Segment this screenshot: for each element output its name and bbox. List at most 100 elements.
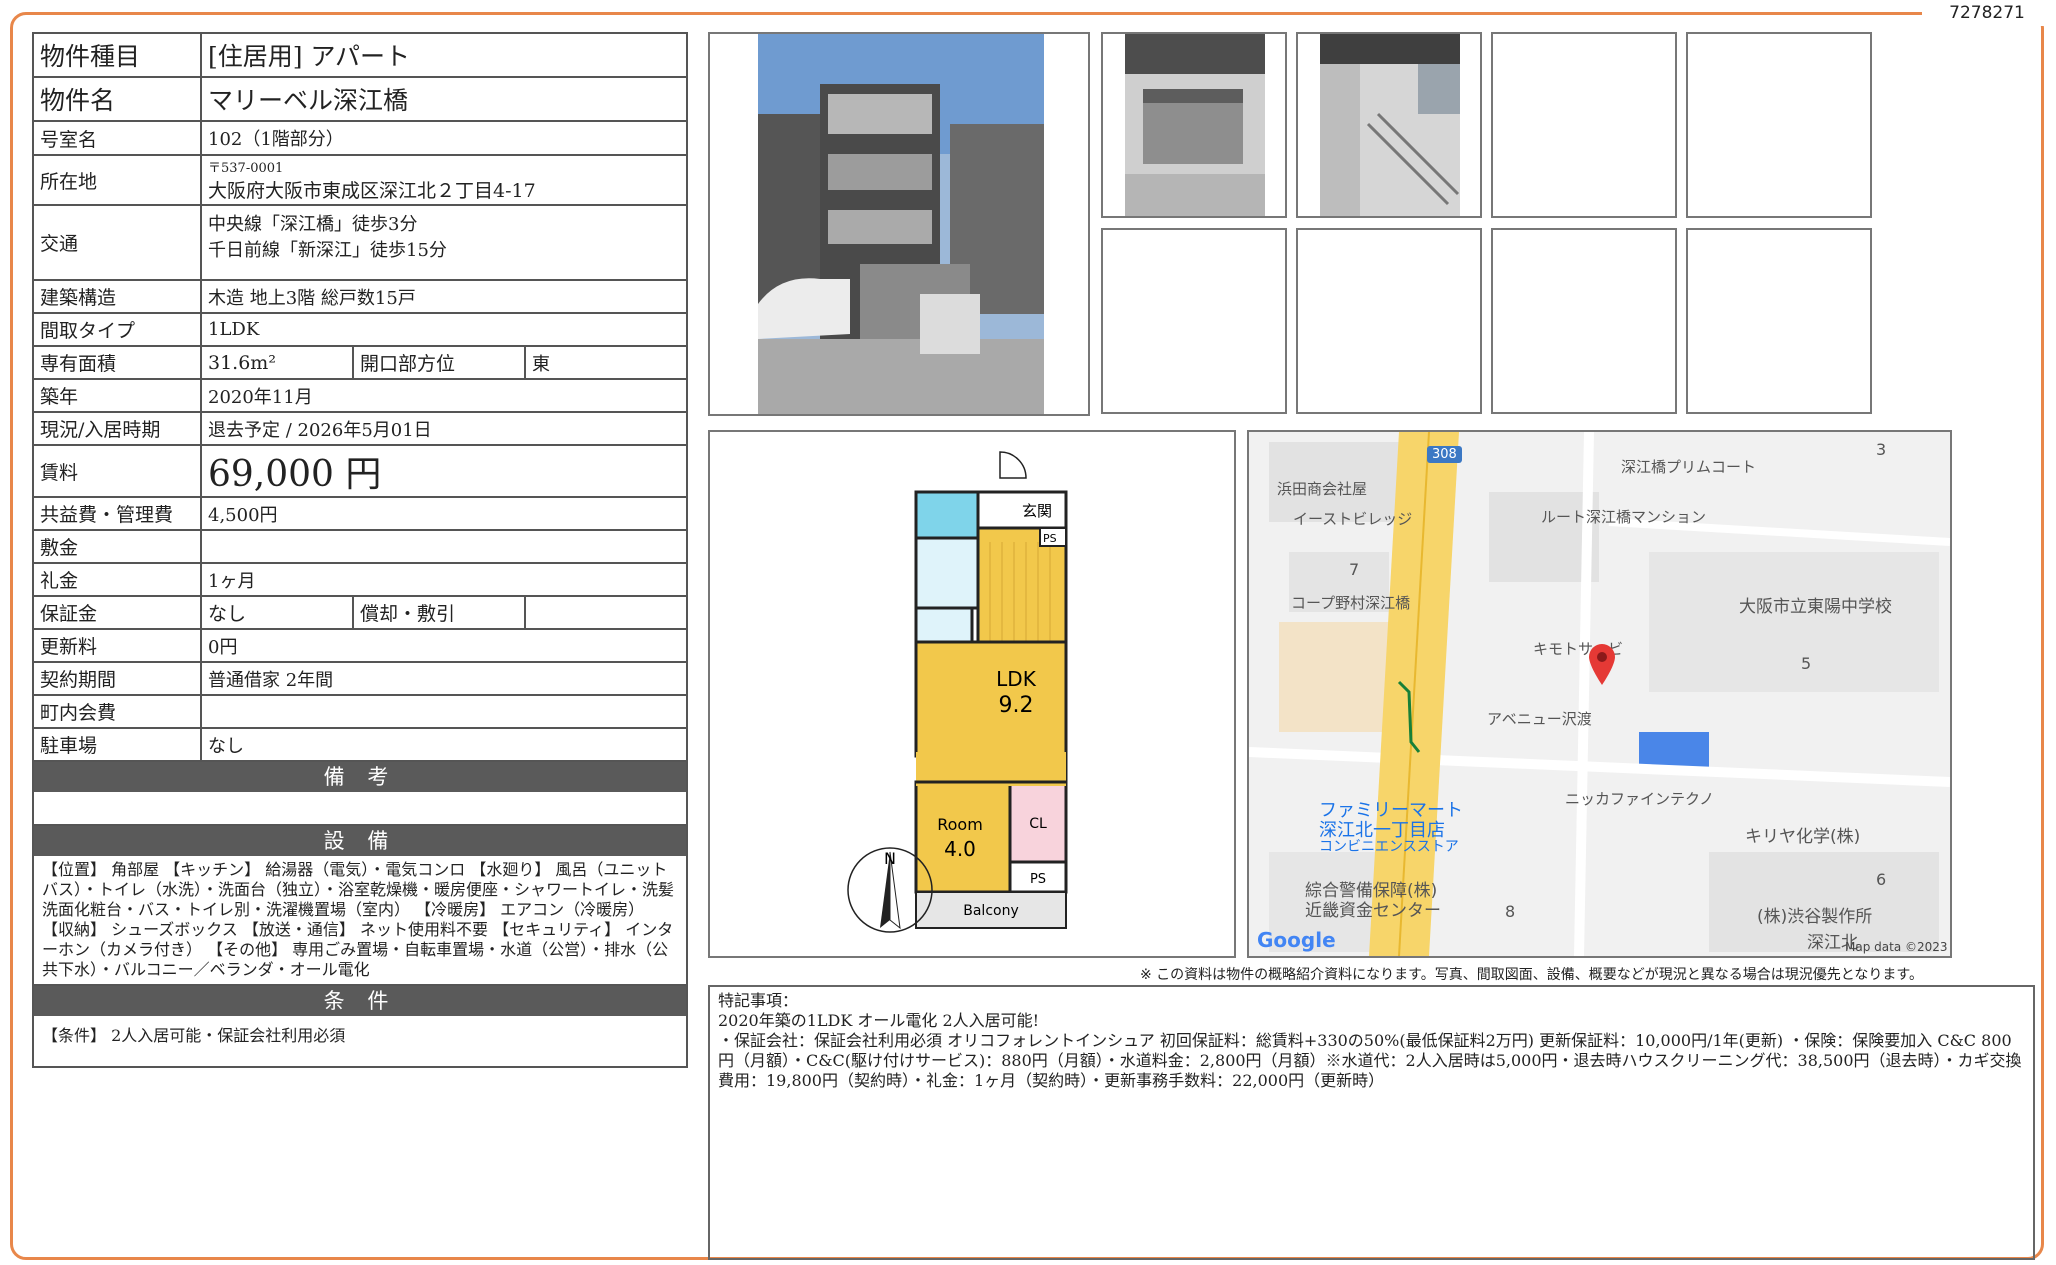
room-value: 102（1階部分） <box>208 129 344 150</box>
fee-label: 共益費・管理費 <box>34 498 202 529</box>
map-label: 浜田商会社屋 <box>1277 480 1368 498</box>
main-photo-frame <box>708 32 1090 416</box>
name-label: 物件名 <box>34 78 202 120</box>
map-label: ニッカファインテクノ <box>1565 790 1715 808</box>
special-title: 特記事項： <box>718 991 799 1010</box>
rent-value: 69,000 円 <box>208 454 382 495</box>
layout-value: 1LDK <box>208 319 260 340</box>
special-notes: 特記事項： 2020年築の1LDK オール電化 2人入居可能! ・保証会社：保証… <box>708 985 2035 1260</box>
area-label: 専有面積 <box>34 347 202 378</box>
deposit-label: 敷金 <box>34 531 202 562</box>
room-label: 号室名 <box>34 122 202 154</box>
location-map[interactable]: 308 浜田商会社屋 イーストビレッジ コープ野村深江橋 深江橋プリムコート ル… <box>1247 430 1952 958</box>
map-label: ルート深江橋マンション <box>1541 508 1707 526</box>
north-label: N <box>884 849 896 868</box>
transport-line-1: 中央線「深江橋」徒歩3分 <box>208 214 418 235</box>
map-label: 近畿資金センター <box>1305 901 1441 921</box>
block-number: 8 <box>1505 902 1516 921</box>
thumbnail-5[interactable] <box>1101 228 1287 414</box>
parking-label: 駐車場 <box>34 729 202 760</box>
thumbnail-1[interactable] <box>1101 32 1287 218</box>
address-value: 大阪府大阪市東成区深江北２丁目4-17 <box>208 180 536 202</box>
contract-value: 普通借家 2年間 <box>208 669 334 691</box>
ldk-label: LDK <box>996 667 1037 691</box>
postal-code: 〒537-0001 <box>208 161 284 176</box>
map-label: アベニュー沢渡 <box>1487 710 1592 728</box>
room-label: Room <box>937 815 983 834</box>
guarantee-value: なし <box>202 597 354 628</box>
property-table: 物件種目 [住居用] アパート 物件名 マリーベル深江橋 号室名 102（1階部… <box>32 32 688 1068</box>
floor-plan: 玄関 PS LDK 9.2 Room 4.0 CL PS Balcony N <box>708 430 1236 958</box>
washroom <box>914 536 980 610</box>
thumbnail-4[interactable] <box>1686 32 1872 218</box>
disclaimer: ※ この資料は物件の概略紹介資料になります。写真、間取図面、設備、概要などが現況… <box>1140 967 1923 983</box>
renewal-value: 0円 <box>208 636 238 658</box>
special-line-1: 2020年築の1LDK オール電化 2人入居可能! <box>718 1011 1040 1030</box>
status-label: 現況/入居時期 <box>34 413 202 444</box>
name-value: マリーベル深江橋 <box>208 86 409 115</box>
guarantee-label: 保証金 <box>34 597 202 628</box>
type-value: [住居用] アパート <box>208 42 410 71</box>
map-label: 大阪市立東陽中学校 <box>1739 597 1892 617</box>
map-label: 深江橋プリムコート <box>1621 458 1757 476</box>
thumbnail-8[interactable] <box>1686 228 1872 414</box>
bathroom <box>914 490 980 540</box>
room-size: 4.0 <box>944 837 976 861</box>
store-category: コンビニエンスストア <box>1319 839 1459 855</box>
remarks-body <box>34 792 686 826</box>
equipment-header: 設 備 <box>34 826 686 856</box>
ps-label-top: PS <box>1043 532 1057 545</box>
map-label: キリヤ化学(株) <box>1745 827 1861 847</box>
contract-label: 契約期間 <box>34 663 202 694</box>
conditions-header: 条 件 <box>34 986 686 1016</box>
community-value <box>202 696 686 727</box>
parking-value: なし <box>208 735 244 757</box>
ps-label-bottom: PS <box>1030 872 1046 887</box>
property-pin-icon[interactable] <box>1587 642 1617 686</box>
special-line-2: ・保証会社：保証会社利用必須 オリコフォレントインシュア 初回保証料：総賃料+3… <box>718 1031 2022 1090</box>
ldk-size: 9.2 <box>999 693 1034 718</box>
amort-label: 償却・敷引 <box>354 597 526 628</box>
transport-label: 交通 <box>34 206 202 279</box>
thumbnail-2[interactable] <box>1296 32 1482 218</box>
transport-line-2: 千日前線「新深江」徒歩15分 <box>208 240 447 261</box>
direction-value: 東 <box>532 353 550 375</box>
document-id: 7278271 <box>1922 0 2052 26</box>
key-money-value: 1ヶ月 <box>208 570 256 592</box>
key-money-label: 礼金 <box>34 564 202 595</box>
type-label: 物件種目 <box>34 34 202 76</box>
map-label: イーストビレッジ <box>1293 510 1413 528</box>
thumbnail-7[interactable] <box>1491 228 1677 414</box>
layout-label: 間取タイプ <box>34 314 202 345</box>
trash-area-photo <box>1125 34 1265 216</box>
conditions-text: 【条件】 2人入居可能・保証会社利用必須 <box>42 1026 346 1045</box>
rent-label: 賃料 <box>34 446 202 496</box>
floor-plan-drawing: 玄関 PS LDK 9.2 Room 4.0 CL PS Balcony N <box>847 451 1068 933</box>
area-value: 31.6m² <box>202 347 354 378</box>
amort-value <box>526 597 686 628</box>
fee-value: 4,500円 <box>208 504 278 526</box>
remarks-header: 備 考 <box>34 762 686 792</box>
built-value: 2020年11月 <box>208 386 313 408</box>
block-number: 6 <box>1876 870 1887 889</box>
thumbnail-6[interactable] <box>1296 228 1482 414</box>
address-label: 所在地 <box>34 156 202 204</box>
renewal-label: 更新料 <box>34 630 202 661</box>
map-label: (株)渋谷製作所 <box>1757 907 1873 927</box>
status-value: 退去予定 / 2026年5月01日 <box>208 419 432 441</box>
direction-label: 開口部方位 <box>354 347 526 378</box>
thumbnail-3[interactable] <box>1491 32 1677 218</box>
entrance-label: 玄関 <box>1022 502 1052 520</box>
built-label: 築年 <box>34 380 202 411</box>
deposit-value <box>202 531 686 562</box>
toilet <box>914 606 974 644</box>
map-label: コープ野村深江橋 <box>1291 594 1411 612</box>
closet-label: CL <box>1029 816 1047 832</box>
block-number: 5 <box>1801 654 1812 673</box>
building-photo <box>758 34 1044 414</box>
block-number: 3 <box>1876 440 1887 459</box>
route-badge: 308 <box>1427 446 1462 463</box>
map-data-credit: Map data ©2023 <box>1845 940 1948 954</box>
structure-label: 建築構造 <box>34 281 202 312</box>
block-number: 7 <box>1349 560 1360 579</box>
